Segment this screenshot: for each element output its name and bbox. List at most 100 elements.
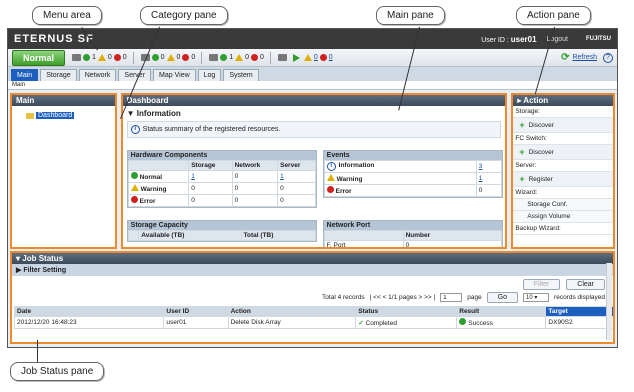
ok-icon	[459, 318, 467, 325]
separator	[132, 51, 134, 64]
col-target[interactable]: Target	[545, 306, 613, 317]
events-box: Events i Information 3 Warning 1 Error 0	[322, 150, 503, 198]
callout-action-pane: Action pane	[516, 6, 591, 25]
storage-capacity-box: Storage Capacity Available (TB) Total (TB…	[126, 220, 317, 242]
per-page-select[interactable]: 10 ▾	[523, 293, 550, 302]
action-category-server: Server:	[513, 160, 613, 172]
app-window: ETERNUS SF User ID : user01 Logout FUJIT…	[7, 28, 618, 348]
page-input[interactable]	[440, 293, 463, 302]
tab-server[interactable]: Server	[118, 69, 152, 81]
main-pane-title: Dashboard	[122, 95, 506, 106]
table-row: i Information 3	[323, 160, 502, 173]
tab-bar: Main Storage Network Server Map View Log…	[8, 67, 617, 81]
job-icon	[277, 54, 287, 61]
col-date[interactable]: Date	[13, 306, 165, 317]
category-pane: Main Dashboard	[10, 93, 117, 249]
info-icon: i	[130, 125, 140, 134]
callout-line	[37, 340, 38, 362]
folder-icon	[26, 112, 34, 119]
tab-log[interactable]: Log	[197, 69, 222, 81]
info-icon: i	[326, 162, 336, 171]
switch-status[interactable]: 0 0 0	[140, 54, 195, 61]
tab-map-view[interactable]: Map View	[153, 69, 196, 81]
action-category-wizard: Wizard:	[513, 187, 613, 199]
table-row: Normal 1 0 1	[127, 170, 316, 183]
storage-status[interactable]: 1 0 0	[72, 54, 127, 61]
go-button[interactable]: Go	[486, 292, 519, 303]
refresh-link[interactable]: Refresh	[572, 54, 597, 61]
vendor-logo: FUJITSU	[585, 36, 611, 42]
filter-button[interactable]: Filter	[522, 279, 561, 290]
category-pane-title: Main	[12, 95, 115, 106]
warning-icon	[303, 54, 312, 61]
ok-icon	[130, 172, 138, 179]
tab-network[interactable]: Network	[78, 69, 117, 81]
warning-icon	[166, 54, 175, 61]
check-icon: ✓	[358, 319, 364, 327]
job-status-summary[interactable]: 0 0	[277, 53, 333, 62]
running-icon	[292, 53, 300, 62]
col-user-id[interactable]: User ID	[163, 306, 229, 317]
discover-storage-button[interactable]: + Discover	[513, 118, 613, 133]
main-pane: Dashboard ▼ Information i Status summary…	[120, 93, 508, 249]
server-status[interactable]: 1 0 0	[209, 54, 264, 61]
menu-area: ETERNUS SF User ID : user01 Logout FUJIT…	[8, 29, 617, 49]
table-row: Error 000	[127, 194, 316, 207]
warning-icon	[235, 54, 244, 61]
job-table: Date User ID Action Status Result Target…	[13, 306, 613, 329]
filter-setting-toggle[interactable]: ▶ Filter Setting	[12, 264, 613, 276]
action-category-backup-wizard: Backup Wizard:	[513, 223, 613, 235]
col-status[interactable]: Status	[355, 306, 458, 317]
plus-icon: +	[519, 174, 525, 184]
error-icon	[130, 196, 138, 203]
tab-system[interactable]: System	[223, 69, 259, 81]
tab-storage[interactable]: Storage	[40, 69, 77, 81]
col-result[interactable]: Result	[456, 306, 547, 317]
job-status-title[interactable]: ▾ Job Status	[12, 253, 613, 264]
user-info: User ID : user01	[481, 34, 537, 44]
action-pane: ▸ Action Storage: + Discover FC Switch: +…	[511, 93, 615, 249]
warning-icon	[97, 54, 106, 61]
plus-icon: +	[519, 147, 525, 157]
table-row[interactable]: 2012/12/20 16:48:23 user01 Delete Disk A…	[13, 316, 613, 329]
info-message: i Status summary of the registered resou…	[126, 121, 502, 138]
ok-icon	[220, 54, 228, 61]
error-icon	[250, 54, 258, 61]
information-section-toggle[interactable]: ▼ Information	[123, 106, 506, 121]
ok-icon	[151, 54, 159, 61]
error-icon	[182, 54, 190, 61]
pagination: Total 4 records | << < 1/1 pages > >> | …	[12, 292, 613, 306]
server-icon	[209, 54, 219, 61]
separator	[269, 51, 271, 64]
error-icon	[319, 54, 327, 61]
error-icon	[113, 54, 121, 61]
table-row: Error 0	[323, 184, 502, 197]
category-item-dashboard[interactable]: Dashboard	[26, 112, 115, 119]
network-port-box: Network Port Number F. Port 0	[322, 220, 503, 247]
action-category-fc-switch: FC Switch:	[513, 133, 613, 145]
assign-volume-wizard-button[interactable]: Assign Volume	[513, 211, 613, 223]
help-icon[interactable]: ?	[603, 52, 613, 63]
scrollbar[interactable]	[606, 263, 612, 340]
storage-icon	[72, 54, 82, 61]
brand-logo: ETERNUS SF	[14, 33, 94, 45]
job-status-pane: ▾ Job Status ▶ Filter Setting Filter Cle…	[10, 251, 615, 344]
warning-icon	[130, 184, 139, 191]
clear-button[interactable]: Clear	[566, 279, 605, 290]
refresh-icon[interactable]: ⟳	[561, 52, 569, 63]
system-status-button[interactable]: Normal	[12, 49, 66, 66]
col-action[interactable]: Action	[227, 306, 357, 317]
page-nav[interactable]: | << < 1/1 pages > >> |	[370, 294, 436, 301]
discover-switch-button[interactable]: + Discover	[513, 145, 613, 160]
hardware-components-box: Hardware Components Storage Network Server…	[126, 150, 317, 208]
separator	[201, 51, 203, 64]
ok-icon	[83, 54, 91, 61]
table-row: Warning 1	[323, 172, 502, 185]
plus-icon: +	[519, 120, 525, 130]
register-server-button[interactable]: + Register	[513, 172, 613, 187]
storage-conf-wizard-button[interactable]: Storage Conf.	[513, 199, 613, 211]
table-row: Warning 000	[127, 182, 316, 195]
tab-main[interactable]: Main	[11, 69, 39, 81]
breadcrumb[interactable]: Main	[8, 81, 617, 90]
callout-category-pane: Category pane	[140, 6, 228, 25]
